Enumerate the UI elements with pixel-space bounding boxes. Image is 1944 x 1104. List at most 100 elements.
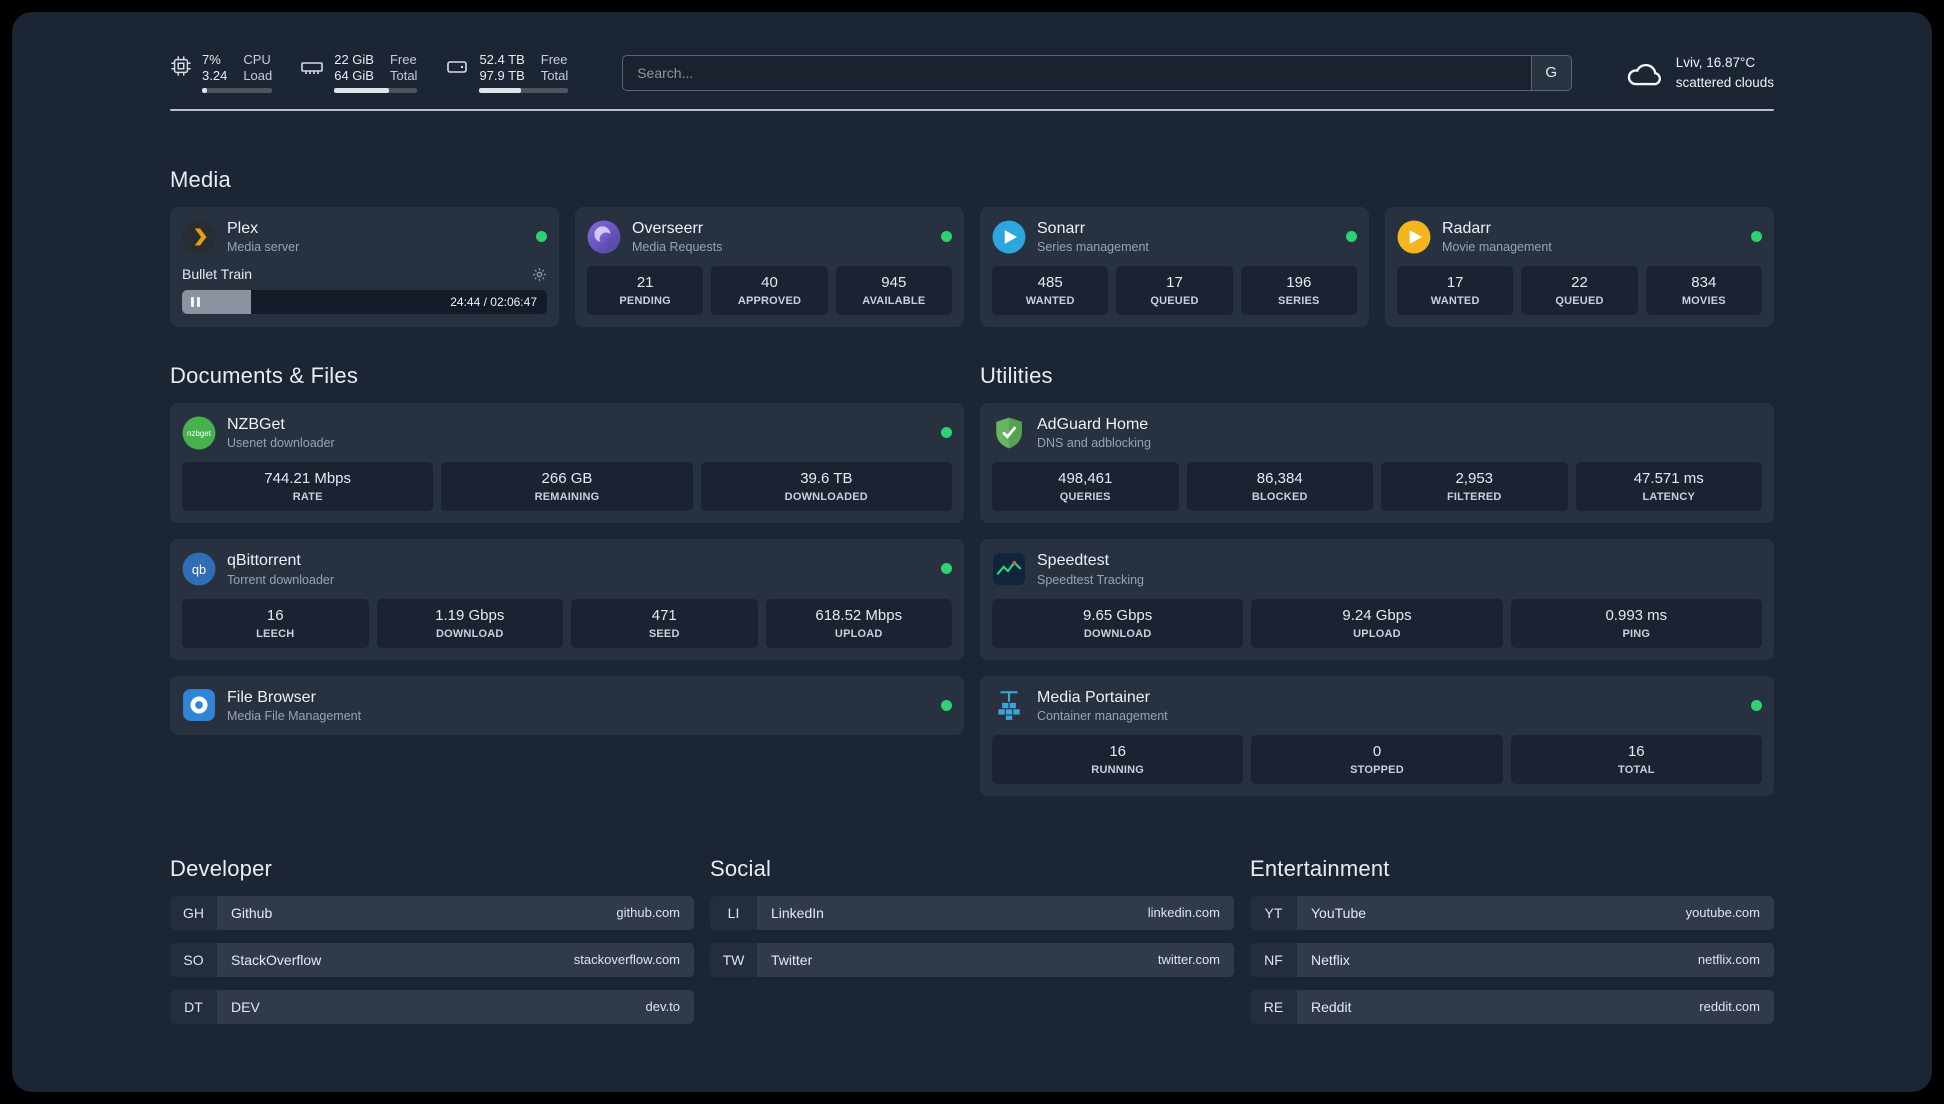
cpu-loadavg: 3.24 <box>202 68 228 83</box>
section-title-entertainment: Entertainment <box>1250 855 1390 881</box>
status-dot <box>941 231 952 243</box>
service-name: Sonarr <box>1037 220 1086 237</box>
service-card-sonarr[interactable]: Sonarr Series management 485 WANTED 17 Q… <box>980 207 1369 328</box>
bookmark-url: dev.to <box>645 999 680 1015</box>
bookmark-reddit[interactable]: RE Reddit reddit.com <box>1250 989 1774 1024</box>
service-card-portainer[interactable]: Media Portainer Container management 16 … <box>980 675 1774 796</box>
disk-icon <box>447 61 468 73</box>
column-documents: Documents & Files nzbget NZBGet Usenet d… <box>170 363 964 735</box>
nzbget-icon: nzbget <box>182 416 216 450</box>
ram-widget: 22 GiB Free 64 GiB Total <box>300 52 418 93</box>
bookmark-abbr: DT <box>170 989 217 1024</box>
service-card-qbittorrent[interactable]: qb qBittorrent Torrent downloader 16 LEE… <box>170 539 964 660</box>
bookmark-github[interactable]: GH Github github.com <box>170 895 694 930</box>
status-dot <box>1751 231 1762 243</box>
section-title-developer: Developer <box>170 855 273 881</box>
bookmark-linkedin[interactable]: LI LinkedIn linkedin.com <box>710 895 1234 930</box>
service-card-radarr[interactable]: Radarr Movie management 17 WANTED 22 QUE… <box>1385 207 1774 328</box>
bookmark-youtube[interactable]: YT YouTube youtube.com <box>1250 895 1774 930</box>
section-title-social: Social <box>710 855 772 881</box>
stat-tile: 16 LEECH <box>182 598 369 648</box>
service-card-nzbget[interactable]: nzbget NZBGet Usenet downloader 744.21 M… <box>170 403 964 524</box>
disk-total: 97.9 TB <box>479 68 525 83</box>
service-subtitle: Container management <box>1037 708 1168 723</box>
stat-tile: 16 RUNNING <box>992 734 1244 784</box>
status-dot <box>941 563 952 575</box>
service-name: AdGuard Home <box>1037 416 1149 434</box>
ram-free-label: Free <box>389 52 417 67</box>
search-provider-button[interactable]: G <box>1530 55 1571 90</box>
pause-icon[interactable] <box>191 297 200 308</box>
status-dot <box>1346 231 1357 243</box>
service-card-adguard[interactable]: AdGuard Home DNS and adblocking 498,461 … <box>980 403 1774 524</box>
weather-widget[interactable]: Lviv, 16.87°C scattered clouds <box>1626 53 1774 92</box>
bookmark-url: linkedin.com <box>1147 905 1220 921</box>
stat-tile: 618.52 Mbps UPLOAD <box>765 598 952 648</box>
overseerr-icon <box>587 220 621 254</box>
stat-tile: 0 STOPPED <box>1251 734 1503 784</box>
column-entertainment: Entertainment YT YouTube youtube.com NF … <box>1250 856 1774 1037</box>
service-name: qBittorrent <box>227 552 301 570</box>
bookmark-twitter[interactable]: TW Twitter twitter.com <box>710 942 1234 977</box>
ram-total: 64 GiB <box>334 68 374 83</box>
stat-tile: 22 QUEUED <box>1521 266 1638 316</box>
service-subtitle: Media File Management <box>227 708 362 723</box>
playback-progress-bar[interactable]: 24:44 / 02:06:47 <box>182 290 547 315</box>
filebrowser-icon <box>182 688 216 722</box>
cpu-widget: 7% CPU 3.24 Load <box>170 52 273 93</box>
bookmark-name: Reddit <box>1311 998 1352 1015</box>
stat-tile: 17 QUEUED <box>1116 266 1233 316</box>
service-subtitle: DNS and adblocking <box>1037 436 1151 451</box>
search-input[interactable] <box>623 55 1531 90</box>
stat-tile: 16 TOTAL <box>1510 734 1762 784</box>
stat-tile: 2,953 FILTERED <box>1381 462 1568 512</box>
sonarr-icon <box>992 220 1026 254</box>
disk-bar <box>479 88 569 93</box>
service-card-overseerr[interactable]: Overseerr Media Requests 21 PENDING 40 A… <box>575 207 964 328</box>
cpu-icon <box>171 56 191 76</box>
bookmark-abbr: RE <box>1250 989 1297 1024</box>
plex-icon <box>182 220 216 254</box>
cpu-label: CPU <box>243 52 271 67</box>
stat-tile: 196 SERIES <box>1240 266 1357 316</box>
stat-tile: 945 AVAILABLE <box>835 266 952 316</box>
radarr-icon <box>1397 220 1431 254</box>
bookmark-stackoverflow[interactable]: SO StackOverflow stackoverflow.com <box>170 942 694 977</box>
disk-total-label: Total <box>540 68 569 83</box>
service-name: Speedtest <box>1037 552 1110 570</box>
status-dot <box>941 699 952 711</box>
service-card-filebrowser[interactable]: File Browser Media File Management <box>170 675 964 735</box>
bookmark-url: github.com <box>616 905 680 921</box>
topbar-divider <box>170 109 1774 111</box>
topbar: 7% CPU 3.24 Load 22 GiB Free 64 GiB Tota… <box>170 52 1774 93</box>
settings-gear-icon[interactable] <box>532 267 547 282</box>
service-subtitle: Usenet downloader <box>227 436 335 451</box>
column-utilities: Utilities AdGuard Home DNS and adblockin… <box>980 363 1774 796</box>
bookmark-dev[interactable]: DT DEV dev.to <box>170 989 694 1024</box>
weather-location: Lviv, 16.87°C <box>1675 54 1756 70</box>
service-card-plex[interactable]: Plex Media server Bullet Train 24:44 / 0… <box>170 207 559 328</box>
disk-free-label: Free <box>540 52 568 67</box>
section-title-documents: Documents & Files <box>170 363 359 389</box>
stat-tile: 86,384 BLOCKED <box>1186 462 1373 512</box>
section-title-media: Media <box>170 167 231 192</box>
search-bar: G <box>622 54 1572 91</box>
cloud-icon <box>1627 63 1661 85</box>
stat-tile: 485 WANTED <box>992 266 1109 316</box>
service-name: NZBGet <box>227 416 285 434</box>
svg-text:nzbget: nzbget <box>187 429 212 438</box>
bookmark-netflix[interactable]: NF Netflix netflix.com <box>1250 942 1774 977</box>
weather-condition: scattered clouds <box>1675 74 1774 90</box>
stat-tile: 39.6 TB DOWNLOADED <box>700 462 952 512</box>
ram-icon <box>301 62 324 74</box>
column-developer: Developer GH Github github.com SO StackO… <box>170 856 694 1037</box>
service-name: Overseerr <box>632 220 704 237</box>
stat-tile: 9.24 Gbps UPLOAD <box>1251 598 1503 648</box>
bookmark-abbr: YT <box>1250 895 1297 930</box>
bookmark-name: Github <box>231 904 273 921</box>
stat-tile: 47.571 ms LATENCY <box>1575 462 1762 512</box>
bookmark-url: twitter.com <box>1157 952 1220 968</box>
disk-free: 52.4 TB <box>479 52 525 67</box>
service-card-speedtest[interactable]: Speedtest Speedtest Tracking 9.65 Gbps D… <box>980 539 1774 660</box>
stat-tile: 0.993 ms PING <box>1510 598 1762 648</box>
